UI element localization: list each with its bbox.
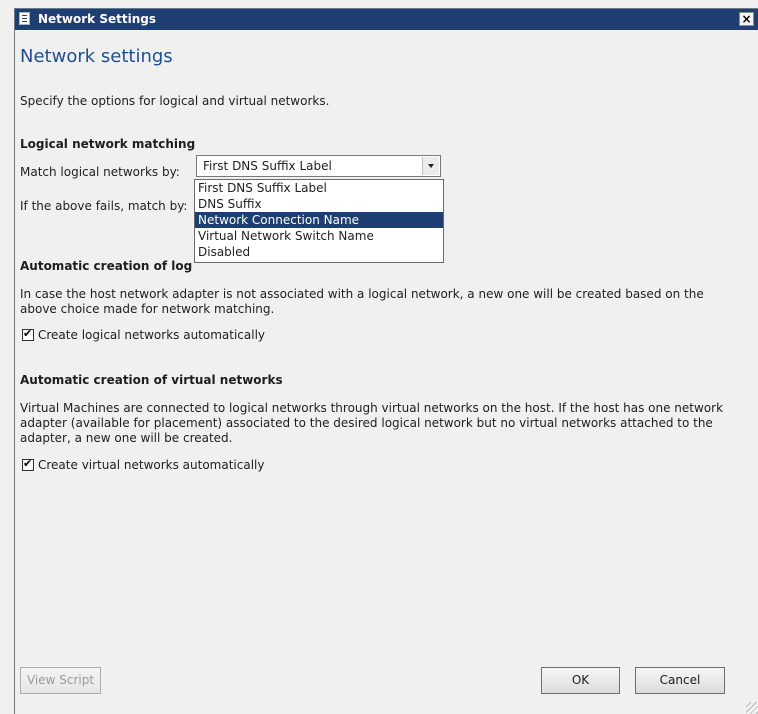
title-bar[interactable]: Network Settings × xyxy=(15,9,758,30)
window-icon xyxy=(19,12,30,25)
chevron-down-icon[interactable] xyxy=(422,157,439,175)
fallback-label: If the above fails, match by: xyxy=(20,199,188,213)
create-virtual-networks-checkbox[interactable] xyxy=(22,457,34,471)
auto-virtual-description: Virtual Machines are connected to logica… xyxy=(20,401,724,445)
option-virtual-network-switch-name[interactable]: Virtual Network Switch Name xyxy=(195,228,443,244)
match-by-dropdown[interactable]: First DNS Suffix Label xyxy=(196,155,441,177)
close-button[interactable]: × xyxy=(739,12,754,26)
logical-matching-heading: Logical network matching xyxy=(20,137,196,151)
ok-button[interactable]: OK xyxy=(541,667,620,694)
auto-logical-description: In case the host network adapter is not … xyxy=(20,287,704,316)
option-first-dns-suffix-label[interactable]: First DNS Suffix Label xyxy=(195,180,443,196)
auto-logical-heading: Automatic creation of log xyxy=(20,259,193,273)
cancel-button[interactable]: Cancel xyxy=(635,667,725,694)
window-title: Network Settings xyxy=(38,12,156,26)
create-logical-networks-checkbox[interactable] xyxy=(22,327,34,341)
match-by-label: Match logical networks by: xyxy=(20,165,180,179)
page-title: Network settings xyxy=(20,46,173,67)
resize-grip-icon[interactable] xyxy=(746,702,758,714)
view-script-button[interactable]: View Script xyxy=(20,667,101,694)
auto-virtual-heading: Automatic creation of virtual networks xyxy=(20,373,283,387)
option-network-connection-name[interactable]: Network Connection Name xyxy=(195,212,443,228)
create-virtual-networks-label[interactable]: Create virtual networks automatically xyxy=(38,458,264,472)
match-by-options-list: First DNS Suffix Label DNS Suffix Networ… xyxy=(194,179,444,263)
option-dns-suffix[interactable]: DNS Suffix xyxy=(195,196,443,212)
network-settings-dialog: Network Settings × xyxy=(14,8,758,714)
create-logical-networks-label[interactable]: Create logical networks automatically xyxy=(38,328,265,342)
option-disabled[interactable]: Disabled xyxy=(195,244,443,260)
match-by-value: First DNS Suffix Label xyxy=(203,159,332,173)
intro-text: Specify the options for logical and virt… xyxy=(20,94,330,108)
